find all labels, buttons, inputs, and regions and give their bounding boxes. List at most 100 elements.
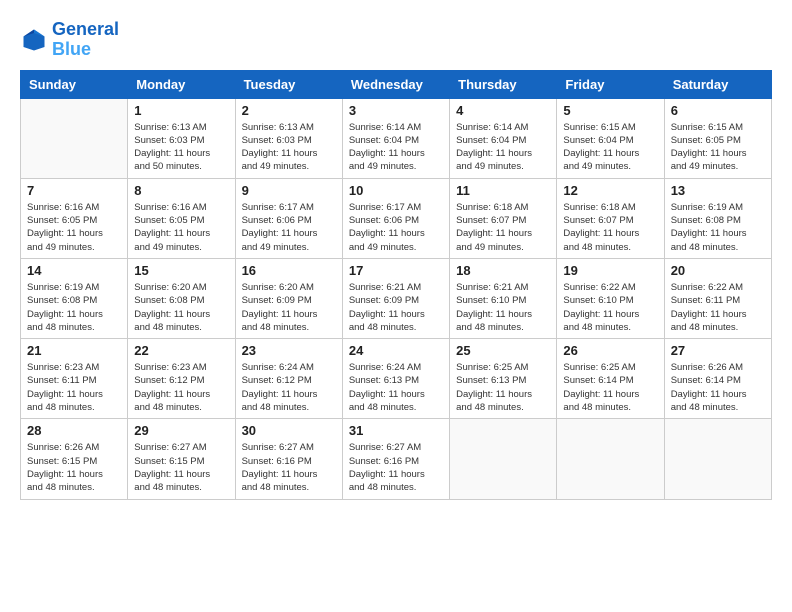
calendar-day-cell: 24 Sunrise: 6:24 AMSunset: 6:13 PMDayligh… xyxy=(342,339,449,419)
day-number: 17 xyxy=(349,263,443,278)
calendar-day-cell: 21Sunrise: 6:23 AMSunset: 6:11 PMDayligh… xyxy=(21,339,128,419)
day-number: 23 xyxy=(242,343,336,358)
calendar-day-cell: 1 Sunrise: 6:13 AMSunset: 6:03 PMDaylight… xyxy=(128,98,235,178)
day-number: 13 xyxy=(671,183,765,198)
calendar-week-row: 14 Sunrise: 6:19 AMSunset: 6:08 PMDayligh… xyxy=(21,258,772,338)
calendar-day-cell: 27 Sunrise: 6:26 AMSunset: 6:14 PMDayligh… xyxy=(664,339,771,419)
day-number: 1 xyxy=(134,103,228,118)
day-number: 11 xyxy=(456,183,550,198)
calendar-day-cell: 22 Sunrise: 6:23 AMSunset: 6:12 PMDayligh… xyxy=(128,339,235,419)
calendar-day-cell: 19 Sunrise: 6:22 AMSunset: 6:10 PMDayligh… xyxy=(557,258,664,338)
calendar-day-cell xyxy=(664,419,771,499)
calendar-day-cell: 4 Sunrise: 6:14 AMSunset: 6:04 PMDaylight… xyxy=(450,98,557,178)
day-info: Sunrise: 6:23 AMSunset: 6:11 PMDaylight:… xyxy=(27,361,121,414)
day-info: Sunrise: 6:18 AMSunset: 6:07 PMDaylight:… xyxy=(563,201,657,254)
calendar-day-cell xyxy=(21,98,128,178)
day-info: Sunrise: 6:20 AMSunset: 6:08 PMDaylight:… xyxy=(134,281,228,334)
day-number: 2 xyxy=(242,103,336,118)
logo-text: General Blue xyxy=(52,20,119,60)
calendar-day-cell: 8 Sunrise: 6:16 AMSunset: 6:05 PMDaylight… xyxy=(128,178,235,258)
day-number: 25 xyxy=(456,343,550,358)
weekday-header-cell: Saturday xyxy=(664,70,771,98)
day-number: 24 xyxy=(349,343,443,358)
day-number: 15 xyxy=(134,263,228,278)
day-info: Sunrise: 6:22 AMSunset: 6:10 PMDaylight:… xyxy=(563,281,657,334)
day-info: Sunrise: 6:16 AMSunset: 6:05 PMDaylight:… xyxy=(134,201,228,254)
day-number: 5 xyxy=(563,103,657,118)
day-number: 26 xyxy=(563,343,657,358)
day-number: 3 xyxy=(349,103,443,118)
calendar-day-cell: 14 Sunrise: 6:19 AMSunset: 6:08 PMDayligh… xyxy=(21,258,128,338)
day-number: 4 xyxy=(456,103,550,118)
day-number: 30 xyxy=(242,423,336,438)
day-info: Sunrise: 6:16 AMSunset: 6:05 PMDaylight:… xyxy=(27,201,121,254)
day-number: 8 xyxy=(134,183,228,198)
calendar-day-cell: 3 Sunrise: 6:14 AMSunset: 6:04 PMDaylight… xyxy=(342,98,449,178)
day-number: 9 xyxy=(242,183,336,198)
day-info: Sunrise: 6:25 AMSunset: 6:13 PMDaylight:… xyxy=(456,361,550,414)
calendar-day-cell: 25 Sunrise: 6:25 AMSunset: 6:13 PMDayligh… xyxy=(450,339,557,419)
weekday-header-cell: Thursday xyxy=(450,70,557,98)
page-header: General Blue xyxy=(20,20,772,60)
weekday-header-cell: Sunday xyxy=(21,70,128,98)
day-number: 14 xyxy=(27,263,121,278)
calendar-day-cell: 16 Sunrise: 6:20 AMSunset: 6:09 PMDayligh… xyxy=(235,258,342,338)
calendar-table: SundayMondayTuesdayWednesdayThursdayFrid… xyxy=(20,70,772,500)
day-number: 19 xyxy=(563,263,657,278)
calendar-day-cell: 31 Sunrise: 6:27 AMSunset: 6:16 PMDayligh… xyxy=(342,419,449,499)
day-info: Sunrise: 6:20 AMSunset: 6:09 PMDaylight:… xyxy=(242,281,336,334)
calendar-body: 1 Sunrise: 6:13 AMSunset: 6:03 PMDaylight… xyxy=(21,98,772,499)
day-info: Sunrise: 6:24 AMSunset: 6:12 PMDaylight:… xyxy=(242,361,336,414)
day-number: 27 xyxy=(671,343,765,358)
weekday-header-cell: Friday xyxy=(557,70,664,98)
weekday-header-row: SundayMondayTuesdayWednesdayThursdayFrid… xyxy=(21,70,772,98)
calendar-day-cell: 17 Sunrise: 6:21 AMSunset: 6:09 PMDayligh… xyxy=(342,258,449,338)
day-info: Sunrise: 6:18 AMSunset: 6:07 PMDaylight:… xyxy=(456,201,550,254)
calendar-week-row: 7 Sunrise: 6:16 AMSunset: 6:05 PMDaylight… xyxy=(21,178,772,258)
calendar-day-cell: 6Sunrise: 6:15 AMSunset: 6:05 PMDaylight… xyxy=(664,98,771,178)
calendar-week-row: 21Sunrise: 6:23 AMSunset: 6:11 PMDayligh… xyxy=(21,339,772,419)
day-info: Sunrise: 6:19 AMSunset: 6:08 PMDaylight:… xyxy=(27,281,121,334)
calendar-day-cell: 11 Sunrise: 6:18 AMSunset: 6:07 PMDayligh… xyxy=(450,178,557,258)
calendar-day-cell: 13Sunrise: 6:19 AMSunset: 6:08 PMDayligh… xyxy=(664,178,771,258)
day-number: 10 xyxy=(349,183,443,198)
calendar-day-cell: 2 Sunrise: 6:13 AMSunset: 6:03 PMDaylight… xyxy=(235,98,342,178)
day-number: 29 xyxy=(134,423,228,438)
calendar-day-cell: 18Sunrise: 6:21 AMSunset: 6:10 PMDayligh… xyxy=(450,258,557,338)
day-info: Sunrise: 6:26 AMSunset: 6:14 PMDaylight:… xyxy=(671,361,765,414)
day-number: 7 xyxy=(27,183,121,198)
calendar-week-row: 28 Sunrise: 6:26 AMSunset: 6:15 PMDayligh… xyxy=(21,419,772,499)
day-info: Sunrise: 6:22 AMSunset: 6:11 PMDaylight:… xyxy=(671,281,765,334)
day-number: 6 xyxy=(671,103,765,118)
day-info: Sunrise: 6:14 AMSunset: 6:04 PMDaylight:… xyxy=(456,121,550,174)
day-number: 16 xyxy=(242,263,336,278)
day-info: Sunrise: 6:13 AMSunset: 6:03 PMDaylight:… xyxy=(242,121,336,174)
day-info: Sunrise: 6:13 AMSunset: 6:03 PMDaylight:… xyxy=(134,121,228,174)
weekday-header-cell: Monday xyxy=(128,70,235,98)
calendar-day-cell: 5 Sunrise: 6:15 AMSunset: 6:04 PMDaylight… xyxy=(557,98,664,178)
day-info: Sunrise: 6:14 AMSunset: 6:04 PMDaylight:… xyxy=(349,121,443,174)
day-number: 20 xyxy=(671,263,765,278)
day-info: Sunrise: 6:17 AMSunset: 6:06 PMDaylight:… xyxy=(349,201,443,254)
day-number: 18 xyxy=(456,263,550,278)
day-info: Sunrise: 6:17 AMSunset: 6:06 PMDaylight:… xyxy=(242,201,336,254)
day-info: Sunrise: 6:26 AMSunset: 6:15 PMDaylight:… xyxy=(27,441,121,494)
day-number: 31 xyxy=(349,423,443,438)
day-info: Sunrise: 6:24 AMSunset: 6:13 PMDaylight:… xyxy=(349,361,443,414)
day-info: Sunrise: 6:27 AMSunset: 6:15 PMDaylight:… xyxy=(134,441,228,494)
calendar-day-cell: 15 Sunrise: 6:20 AMSunset: 6:08 PMDayligh… xyxy=(128,258,235,338)
day-info: Sunrise: 6:25 AMSunset: 6:14 PMDaylight:… xyxy=(563,361,657,414)
day-info: Sunrise: 6:15 AMSunset: 6:04 PMDaylight:… xyxy=(563,121,657,174)
day-info: Sunrise: 6:23 AMSunset: 6:12 PMDaylight:… xyxy=(134,361,228,414)
day-info: Sunrise: 6:21 AMSunset: 6:09 PMDaylight:… xyxy=(349,281,443,334)
calendar-day-cell xyxy=(450,419,557,499)
calendar-day-cell: 7 Sunrise: 6:16 AMSunset: 6:05 PMDaylight… xyxy=(21,178,128,258)
day-info: Sunrise: 6:27 AMSunset: 6:16 PMDaylight:… xyxy=(349,441,443,494)
calendar-day-cell: 28 Sunrise: 6:26 AMSunset: 6:15 PMDayligh… xyxy=(21,419,128,499)
logo-icon xyxy=(20,26,48,54)
calendar-day-cell: 26 Sunrise: 6:25 AMSunset: 6:14 PMDayligh… xyxy=(557,339,664,419)
calendar-day-cell: 30Sunrise: 6:27 AMSunset: 6:16 PMDayligh… xyxy=(235,419,342,499)
logo: General Blue xyxy=(20,20,119,60)
day-number: 28 xyxy=(27,423,121,438)
day-number: 22 xyxy=(134,343,228,358)
